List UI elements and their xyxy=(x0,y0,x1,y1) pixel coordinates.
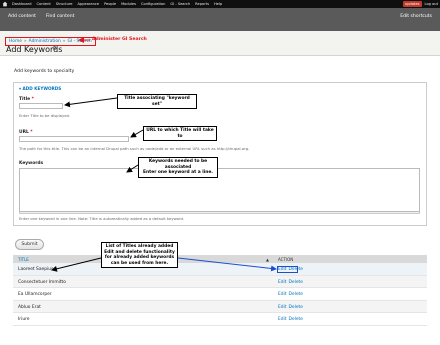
table-row: Abluo Erat Edit Delete xyxy=(13,300,427,313)
callout-keywords: Keywords needed to be associated Enter o… xyxy=(138,157,218,178)
toolbar-right: updates Log out xyxy=(403,0,438,8)
table-header: TITLE ▲ ACTION xyxy=(13,255,427,263)
breadcrumb-gi-search[interactable]: GI - Search xyxy=(67,39,91,44)
callout-url: URL to which Title will take to xyxy=(143,126,217,142)
admin-toolbar: Dashboard Content Structure Appearance P… xyxy=(0,0,440,8)
toolbar-item-content[interactable]: Content xyxy=(37,0,51,8)
annotation-highlight-box xyxy=(277,266,298,273)
title-input[interactable] xyxy=(19,103,63,109)
callout-list: List of Titles already added Edit and de… xyxy=(101,242,178,269)
row-title: Ea Ullamcorper xyxy=(18,292,52,297)
table-row: Iriure Edit Delete xyxy=(13,313,427,326)
callout-title: Title associating "keyword set" xyxy=(117,94,197,110)
logout-link[interactable]: Log out xyxy=(425,0,438,8)
textarea-resize-grip[interactable] xyxy=(19,212,420,214)
url-label: URL * xyxy=(19,130,33,135)
toolbar-menu: Dashboard Content Structure Appearance P… xyxy=(12,0,222,8)
fieldset-legend[interactable]: ▾ ADD KEYWORDS xyxy=(19,86,61,91)
row-title: Abluo Erat xyxy=(18,304,41,310)
delete-link[interactable]: Delete xyxy=(289,280,303,285)
callout-list-line: List of Titles already added xyxy=(105,244,174,249)
url-description: The path for this title. This can be an … xyxy=(19,146,250,151)
keywords-table: TITLE ▲ ACTION Laoreet Saepius Edit Delet… xyxy=(13,255,427,326)
row-actions: Edit Delete xyxy=(278,292,303,297)
row-title: Laoreet Saepius xyxy=(18,267,54,272)
toolbar-item-gi-search[interactable]: GI - Search xyxy=(170,0,190,8)
row-title: Consectetuer Immitto xyxy=(18,279,66,285)
required-marker: * xyxy=(30,130,33,135)
edit-link[interactable]: Edit xyxy=(278,317,287,322)
required-marker: * xyxy=(31,97,34,102)
toolbar-item-help[interactable]: Help xyxy=(214,0,222,8)
url-label-text: URL xyxy=(19,130,29,135)
url-input[interactable] xyxy=(19,136,129,142)
breadcrumb-home[interactable]: Home xyxy=(9,39,22,44)
table-row: Laoreet Saepius Edit Delete xyxy=(13,263,427,276)
shortcut-links: Add content Find content xyxy=(8,14,74,19)
breadcrumb-separator: » xyxy=(23,39,27,44)
callout-list-line: can be used from here. xyxy=(110,260,169,266)
toolbar-item-dashboard[interactable]: Dashboard xyxy=(12,0,32,8)
form-intro: Add keywords to specialty xyxy=(14,69,75,74)
toolbar-item-configuration[interactable]: Configuration xyxy=(141,0,165,8)
title-label: Title * xyxy=(19,97,34,102)
edit-link[interactable]: Edit xyxy=(278,305,287,310)
keywords-label: Keywords xyxy=(19,161,44,166)
delete-link[interactable]: Delete xyxy=(289,317,303,322)
home-icon[interactable] xyxy=(2,1,8,7)
row-title: Iriure xyxy=(18,317,30,322)
breadcrumb-annotation: Administer GI Search xyxy=(92,37,147,42)
toolbar-item-modules[interactable]: Modules xyxy=(121,0,136,8)
edit-shortcuts-link[interactable]: Edit shortcuts xyxy=(400,14,432,19)
sort-icon[interactable]: ▲ xyxy=(266,257,269,262)
column-action: ACTION xyxy=(278,256,294,262)
column-title[interactable]: TITLE xyxy=(18,257,29,262)
table-row: Ea Ullamcorper Edit Delete xyxy=(13,288,427,301)
toolbar-item-appearance[interactable]: Appearance xyxy=(78,0,100,8)
shortcuts-bar: Add content Find content Edit shortcuts xyxy=(0,8,440,31)
table-body: Laoreet Saepius Edit Delete Consectetuer … xyxy=(13,263,427,326)
page-header: Home » Administration » GI - Search Admi… xyxy=(0,31,440,56)
delete-link[interactable]: Delete xyxy=(289,305,303,310)
callout-keywords-line: Keywords needed to be associated xyxy=(148,159,208,170)
row-actions: Edit Delete xyxy=(278,317,303,322)
breadcrumb-administration[interactable]: Administration xyxy=(29,39,61,44)
row-actions: Edit Delete xyxy=(278,280,303,285)
title-description: Enter Title to be displayed. xyxy=(19,113,71,118)
row-actions: Edit Delete xyxy=(278,305,303,310)
callout-keywords-line: Enter one keyword at a line. xyxy=(143,170,213,176)
submit-button[interactable]: Submit xyxy=(15,239,44,250)
gear-icon[interactable]: ⚙ xyxy=(52,46,57,52)
breadcrumb-separator: » xyxy=(62,39,66,44)
keywords-textarea[interactable] xyxy=(19,168,420,212)
edit-link[interactable]: Edit xyxy=(278,280,287,285)
title-label-text: Title xyxy=(19,97,31,102)
callout-list-line: for already added keywords xyxy=(104,255,175,261)
toolbar-item-structure[interactable]: Structure xyxy=(56,0,73,8)
add-content-link[interactable]: Add content xyxy=(8,14,36,19)
delete-link[interactable]: Delete xyxy=(289,292,303,297)
updates-badge[interactable]: updates xyxy=(403,1,422,7)
find-content-link[interactable]: Find content xyxy=(46,14,74,19)
table-row: Consectetuer Immitto Edit Delete xyxy=(13,275,427,288)
toolbar-item-people[interactable]: People xyxy=(104,0,116,8)
toolbar-item-reports[interactable]: Reports xyxy=(195,0,209,8)
keywords-description: Enter one keyword in one line. Note: Tit… xyxy=(19,216,185,221)
edit-link[interactable]: Edit xyxy=(278,292,287,297)
